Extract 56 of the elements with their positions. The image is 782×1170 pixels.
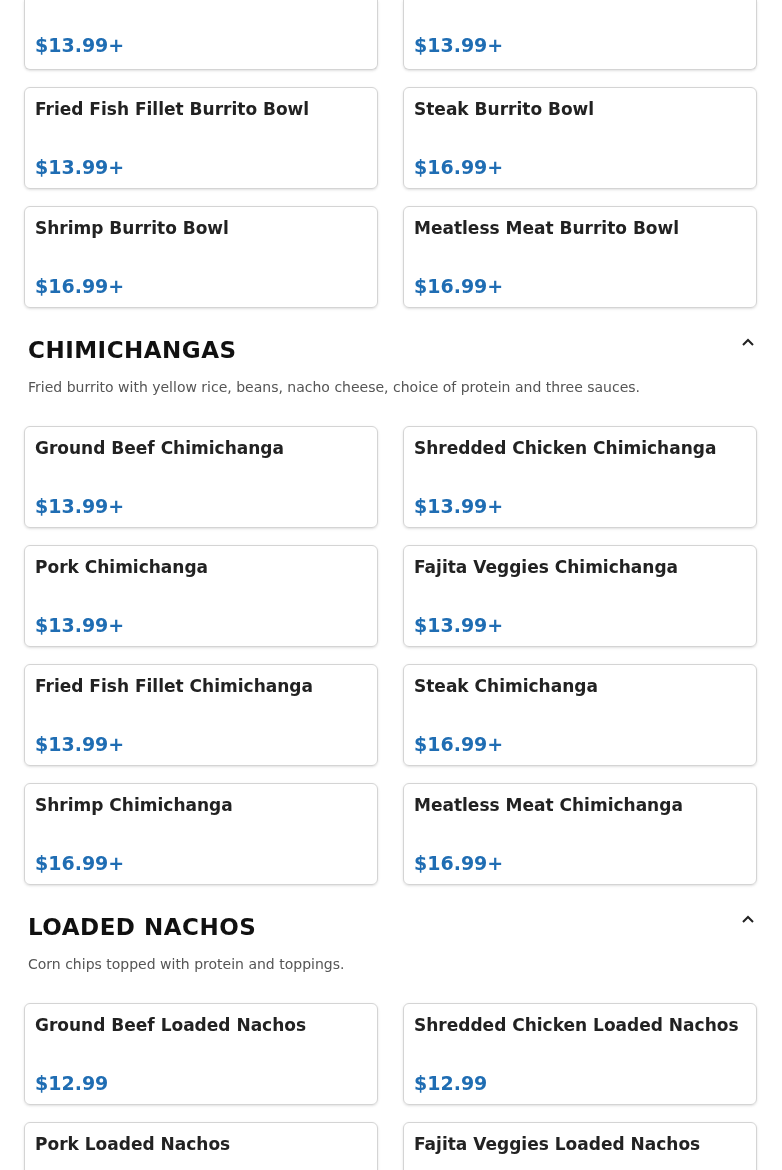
item-price: $13.99+: [414, 613, 505, 637]
menu-item-card[interactable]: Ground Beef Loaded Nachos $12.99: [24, 1003, 378, 1105]
item-name: Ground Beef Loaded Nachos: [35, 1014, 308, 1036]
menu-item-card[interactable]: Ground Beef Chimichanga $13.99+: [24, 426, 378, 528]
menu-item-card[interactable]: $13.99+: [24, 0, 378, 70]
item-name: Shredded Chicken Chimichanga: [414, 437, 718, 459]
item-name: Pork Loaded Nachos: [35, 1133, 232, 1155]
menu-item-card[interactable]: Fried Fish Fillet Chimichanga $13.99+: [24, 664, 378, 766]
chevron-up-icon[interactable]: [741, 914, 755, 924]
section-title: LOADED NACHOS: [28, 913, 257, 941]
item-name: Fried Fish Fillet Burrito Bowl: [35, 98, 311, 120]
menu-item-card[interactable]: Steak Chimichanga $16.99+: [403, 664, 757, 766]
section-title: CHIMICHANGAS: [28, 336, 237, 364]
section-description: Corn chips topped with protein and toppings.: [27, 955, 346, 973]
item-price: $13.99+: [414, 33, 505, 57]
item-name: Steak Chimichanga: [414, 675, 599, 697]
menu-item-card[interactable]: Meatless Meat Chimichanga $16.99+: [403, 783, 757, 885]
item-price: $13.99+: [35, 613, 126, 637]
item-name: Meatless Meat Burrito Bowl: [414, 217, 681, 239]
item-name: Fajita Veggies Chimichanga: [414, 556, 680, 578]
item-price: $16.99+: [414, 155, 505, 179]
item-price: $16.99+: [414, 274, 505, 298]
item-price: $16.99+: [35, 851, 126, 875]
item-price: $16.99+: [414, 851, 505, 875]
item-price: $16.99+: [414, 732, 505, 756]
item-name: Shrimp Burrito Bowl: [35, 217, 230, 239]
menu-item-card[interactable]: Steak Burrito Bowl $16.99+: [403, 87, 757, 189]
menu-item-card[interactable]: Shredded Chicken Chimichanga $13.99+: [403, 426, 757, 528]
item-name: Fried Fish Fillet Chimichanga: [35, 675, 314, 697]
item-price: $12.99: [35, 1071, 110, 1095]
item-name: Meatless Meat Chimichanga: [414, 794, 684, 816]
item-price: $13.99+: [35, 33, 126, 57]
chevron-up-icon[interactable]: [741, 337, 755, 347]
menu-item-card[interactable]: Fajita Veggies Loaded Nachos: [403, 1122, 757, 1170]
section-description: Fried burrito with yellow rice, beans, nacho cheese, choice of protein and three sauces.: [27, 378, 641, 396]
item-price: $13.99+: [35, 155, 126, 179]
menu-item-card[interactable]: $13.99+: [403, 0, 757, 70]
item-name: Shrimp Chimichanga: [35, 794, 234, 816]
menu-item-card[interactable]: Pork Chimichanga $13.99+: [24, 545, 378, 647]
menu-item-card[interactable]: Fried Fish Fillet Burrito Bowl $13.99+: [24, 87, 378, 189]
item-price: $13.99+: [35, 732, 126, 756]
menu-item-card[interactable]: Shrimp Burrito Bowl $16.99+: [24, 206, 378, 308]
item-name: Steak Burrito Bowl: [414, 98, 596, 120]
menu-item-card[interactable]: Shrimp Chimichanga $16.99+: [24, 783, 378, 885]
item-price: $16.99+: [35, 274, 126, 298]
item-price: $12.99: [414, 1071, 489, 1095]
menu-item-card[interactable]: Fajita Veggies Chimichanga $13.99+: [403, 545, 757, 647]
menu-item-card[interactable]: Shredded Chicken Loaded Nachos $12.99: [403, 1003, 757, 1105]
menu-item-card[interactable]: Meatless Meat Burrito Bowl $16.99+: [403, 206, 757, 308]
item-name: Ground Beef Chimichanga: [35, 437, 285, 459]
item-name: Pork Chimichanga: [35, 556, 210, 578]
item-name: Fajita Veggies Loaded Nachos: [414, 1133, 702, 1155]
menu-item-card[interactable]: Pork Loaded Nachos: [24, 1122, 378, 1170]
item-name: Shredded Chicken Loaded Nachos: [414, 1014, 740, 1036]
item-price: $13.99+: [35, 494, 126, 518]
item-price: $13.99+: [414, 494, 505, 518]
